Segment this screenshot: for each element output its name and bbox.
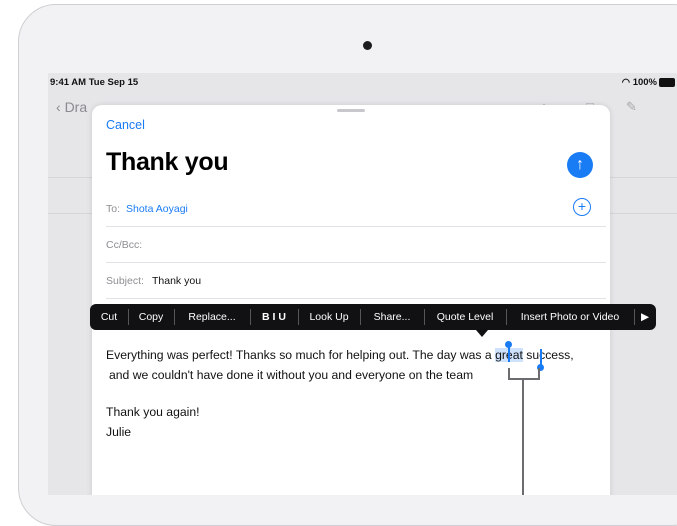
callout-leader-line	[522, 378, 524, 495]
menu-separator	[634, 309, 635, 325]
menu-more-arrow[interactable]: ▶	[636, 304, 654, 330]
body-line-1[interactable]: Everything was perfect! Thanks so much f…	[106, 348, 574, 362]
menu-separator	[128, 309, 129, 325]
cancel-button[interactable]: Cancel	[106, 118, 145, 132]
wifi-icon: ◠	[621, 77, 631, 88]
body-line-2[interactable]: and we couldn't have done it without you…	[109, 368, 473, 382]
menu-separator	[506, 309, 507, 325]
add-contact-icon[interactable]: +	[573, 198, 591, 216]
menu-separator	[250, 309, 251, 325]
battery-percent: 100%	[632, 77, 657, 88]
background-back-button[interactable]: ‹ Dra	[56, 99, 87, 115]
sheet-grabber[interactable]	[337, 109, 365, 112]
status-bar: 9:41 AM Tue Sep 15 ◠ 100%	[48, 73, 677, 91]
body-line-3[interactable]: Thank you again!	[106, 405, 200, 419]
cc-bcc-label: Cc/Bcc:	[106, 239, 143, 251]
menu-share[interactable]: Share...	[362, 304, 422, 330]
body-line-4[interactable]: Julie	[106, 425, 131, 439]
cc-bcc-field[interactable]: Cc/Bcc:	[106, 227, 606, 263]
menu-insert-photo[interactable]: Insert Photo or Video	[508, 304, 632, 330]
callout-bracket	[508, 368, 540, 380]
selection-start-bar	[508, 346, 510, 362]
menu-replace[interactable]: Replace...	[176, 304, 248, 330]
compose-icon[interactable]: ✎	[626, 99, 642, 115]
send-button[interactable]: ↑	[567, 152, 593, 178]
edit-menu: Cut Copy Replace... B I U Look Up Share.…	[90, 304, 656, 330]
body-line-1-end: success,	[522, 348, 574, 362]
menu-format-biu[interactable]: B I U	[252, 304, 296, 330]
menu-separator	[360, 309, 361, 325]
status-battery-wifi: ◠ 100%	[622, 77, 657, 88]
screen: 9:41 AM Tue Sep 15 ◠ 100% ‹ Dra ⌂ □ ✎ Ca…	[48, 73, 677, 495]
arrow-up-icon: ↑	[576, 156, 584, 173]
edit-menu-pointer	[476, 330, 488, 337]
front-camera	[363, 41, 372, 50]
menu-separator	[424, 309, 425, 325]
battery-icon	[659, 78, 675, 87]
subject-label: Subject:	[106, 275, 144, 287]
menu-separator	[298, 309, 299, 325]
menu-copy[interactable]: Copy	[130, 304, 172, 330]
to-label: To:	[106, 203, 121, 215]
menu-look-up[interactable]: Look Up	[300, 304, 358, 330]
compose-title: Thank you	[106, 148, 229, 176]
selection-end-bar	[540, 349, 542, 365]
subject-value[interactable]: Thank you	[152, 275, 201, 287]
compose-sheet: Cancel Thank you ↑ To: Shota Aoyagi + Cc…	[92, 105, 610, 495]
to-recipient[interactable]: Shota Aoyagi	[126, 203, 188, 215]
background-back-label: Dra	[64, 99, 88, 115]
menu-quote-level[interactable]: Quote Level	[426, 304, 504, 330]
subject-field[interactable]: Subject: Thank you	[106, 263, 606, 299]
menu-separator	[174, 309, 175, 325]
body-line-1-start: Everything was perfect! Thanks so much f…	[106, 348, 496, 362]
menu-cut[interactable]: Cut	[92, 304, 126, 330]
to-field[interactable]: To: Shota Aoyagi +	[106, 191, 606, 227]
status-time: 9:41 AM Tue Sep 15	[50, 77, 139, 88]
